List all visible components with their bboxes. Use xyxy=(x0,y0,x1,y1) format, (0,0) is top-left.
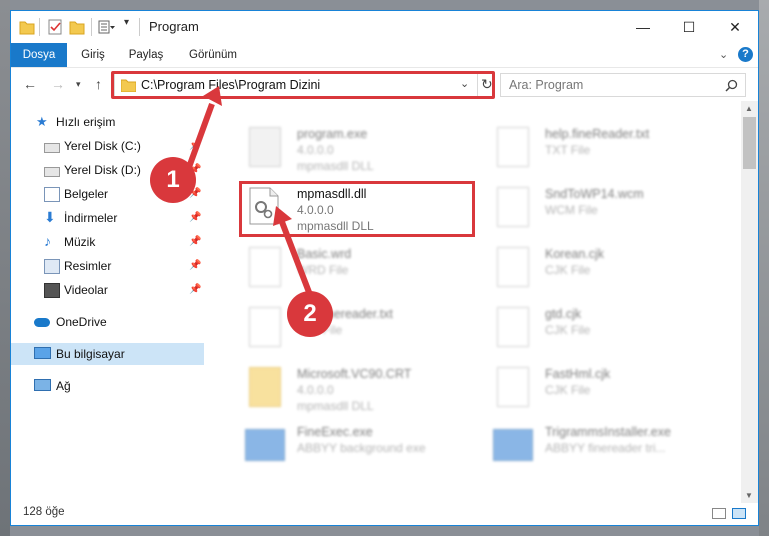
callout-step-2: 2 xyxy=(287,291,333,337)
callout-step-1: 1 xyxy=(150,157,196,203)
annotation-arrows xyxy=(185,86,315,302)
